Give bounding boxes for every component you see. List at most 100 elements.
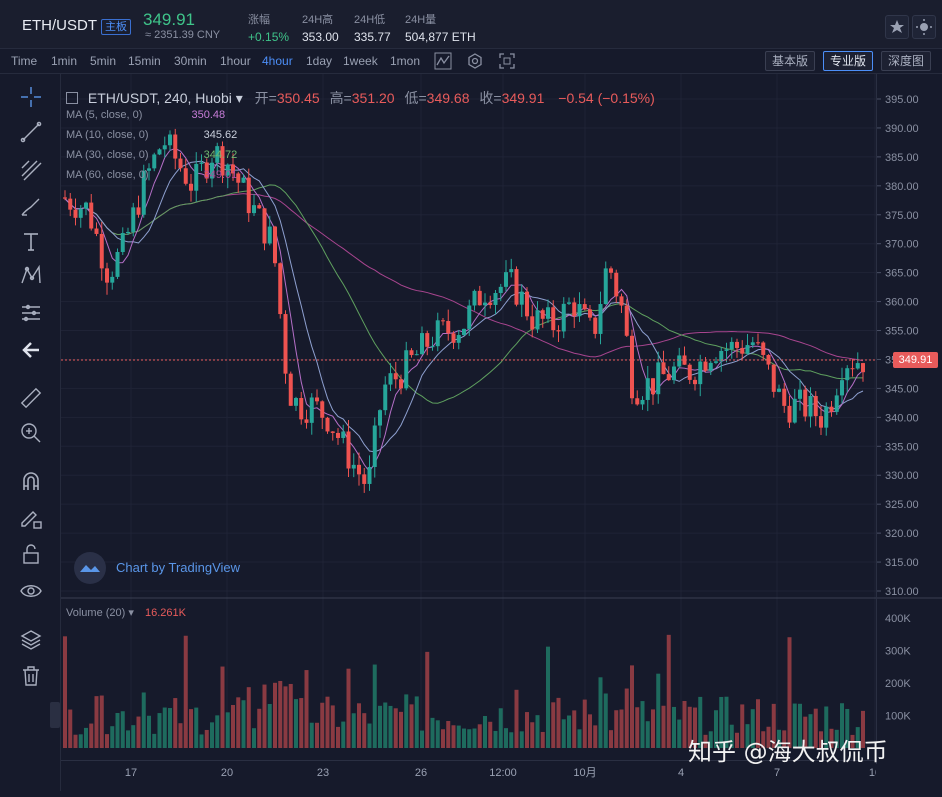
volume-bar (467, 729, 472, 748)
candle-body (672, 366, 676, 381)
tf-1min[interactable]: 1min (51, 54, 77, 68)
candle-body (530, 316, 535, 330)
theme-icon[interactable] (912, 15, 936, 39)
y-tick-label: 375.00 (885, 210, 919, 222)
eye-icon[interactable] (19, 579, 43, 603)
volume-bar (677, 719, 682, 748)
candle-body (771, 364, 776, 392)
arrow-left-icon[interactable] (19, 338, 43, 362)
candle-body (336, 432, 340, 438)
candle-body (525, 291, 529, 317)
pattern-icon[interactable] (19, 264, 43, 288)
tf-5min[interactable]: 5min (90, 54, 116, 68)
lock-pen-icon[interactable] (19, 506, 43, 530)
volume-bar (540, 731, 545, 748)
volume-bar (630, 665, 634, 748)
candle-body (388, 373, 393, 385)
volume-bar (645, 721, 650, 748)
settings-icon[interactable] (466, 52, 484, 70)
candle-body (519, 291, 524, 305)
volume-legend[interactable]: Volume (20) ▾ 16.261K (66, 606, 186, 619)
star-icon[interactable] (885, 15, 909, 39)
tf-1week[interactable]: 1week (343, 54, 378, 68)
y-tick-label: 360.00 (885, 297, 919, 309)
candle-body (273, 226, 277, 264)
volume-bar (357, 703, 361, 748)
trash-icon[interactable] (19, 664, 43, 688)
volume-bar (84, 727, 88, 748)
volume-bar (210, 722, 214, 748)
legend-symbol[interactable]: ETH/USDT, 240, Huobi (88, 90, 232, 106)
candle-body (666, 374, 671, 381)
y-tick-label: 370.00 (885, 239, 919, 251)
candle-body (84, 202, 88, 209)
candle-body (861, 363, 865, 373)
crosshair-icon[interactable] (19, 85, 43, 109)
candle-body (777, 388, 781, 392)
volume-bar (341, 721, 346, 748)
measure-icon[interactable] (19, 301, 43, 325)
candle-body (546, 307, 550, 319)
trendline-icon[interactable] (19, 120, 43, 144)
view-basic-button[interactable]: 基本版 (765, 51, 816, 71)
volume-bar (640, 701, 645, 748)
tf-1hour[interactable]: 1hour (220, 54, 251, 68)
candle-body (572, 302, 577, 317)
brush-icon[interactable] (19, 195, 43, 219)
volume-bar (535, 715, 540, 748)
candle-body (803, 389, 808, 417)
candle-body (845, 368, 850, 381)
volume-bar (110, 726, 115, 748)
view-pro-button[interactable]: 专业版 (823, 51, 874, 71)
unlock-icon[interactable] (19, 542, 43, 566)
tf-30min[interactable]: 30min (174, 54, 207, 68)
magnet-icon[interactable] (19, 470, 43, 494)
candle-body (115, 252, 120, 277)
timeframe-toolbar: Time 1min 5min 15min 30min 1hour 4hour 1… (0, 49, 942, 74)
candle-body (435, 320, 440, 347)
volume-bar (294, 699, 298, 748)
candle-body (399, 379, 403, 389)
candle-body (105, 268, 109, 283)
y-tick-label: 395.00 (885, 94, 919, 106)
pair-name[interactable]: ETH/USDT (22, 17, 97, 34)
volume-bar (220, 666, 225, 748)
tf-15min[interactable]: 15min (128, 54, 161, 68)
fib-icon[interactable] (19, 158, 43, 182)
price-axis[interactable]: 395.00 390.00 385.00 380.00 375.00 370.00 365.… (876, 74, 942, 764)
tf-1mon[interactable]: 1mon (390, 54, 420, 68)
text-icon[interactable] (19, 230, 43, 254)
tf-4hour[interactable]: 4hour (262, 54, 293, 68)
candle-body (309, 397, 314, 423)
ma-60-legend[interactable]: MA (60, close, 0) 349.01 (66, 169, 237, 181)
ma-30-legend[interactable]: MA (30, close, 0) 344.72 (66, 149, 237, 161)
volume-bar (157, 713, 162, 748)
candle-body (262, 208, 267, 244)
tf-1day[interactable]: 1day (306, 54, 332, 68)
candle-body (735, 341, 739, 348)
ma-5-legend[interactable]: MA (5, close, 0) 350.48 (66, 109, 225, 121)
candle-body (420, 333, 424, 355)
candle-body (89, 202, 94, 229)
volume-bar (514, 689, 519, 748)
collapse-handle[interactable] (50, 702, 60, 728)
vol-tick-label: 300K (885, 646, 911, 658)
ma-10-legend[interactable]: MA (10, close, 0) 345.62 (66, 129, 237, 141)
candle-body (787, 405, 792, 423)
indicator-icon[interactable] (434, 52, 452, 70)
candle-body (246, 177, 251, 214)
volume-bar (162, 707, 167, 748)
view-depth-button[interactable]: 深度图 (881, 51, 932, 71)
tf-time[interactable]: Time (11, 54, 37, 68)
collapse-legend-icon[interactable] (66, 92, 78, 105)
ma-30-line (64, 184, 864, 404)
ruler-icon[interactable] (19, 386, 43, 410)
zoom-icon[interactable] (19, 421, 43, 445)
chevron-down-icon[interactable]: ▾ (236, 90, 243, 106)
screenshot-icon[interactable] (498, 52, 516, 70)
candle-body (63, 197, 67, 199)
layers-icon[interactable] (19, 628, 43, 652)
volume-bar (304, 670, 309, 748)
candle-body (467, 305, 472, 329)
volume-bar (78, 734, 83, 748)
